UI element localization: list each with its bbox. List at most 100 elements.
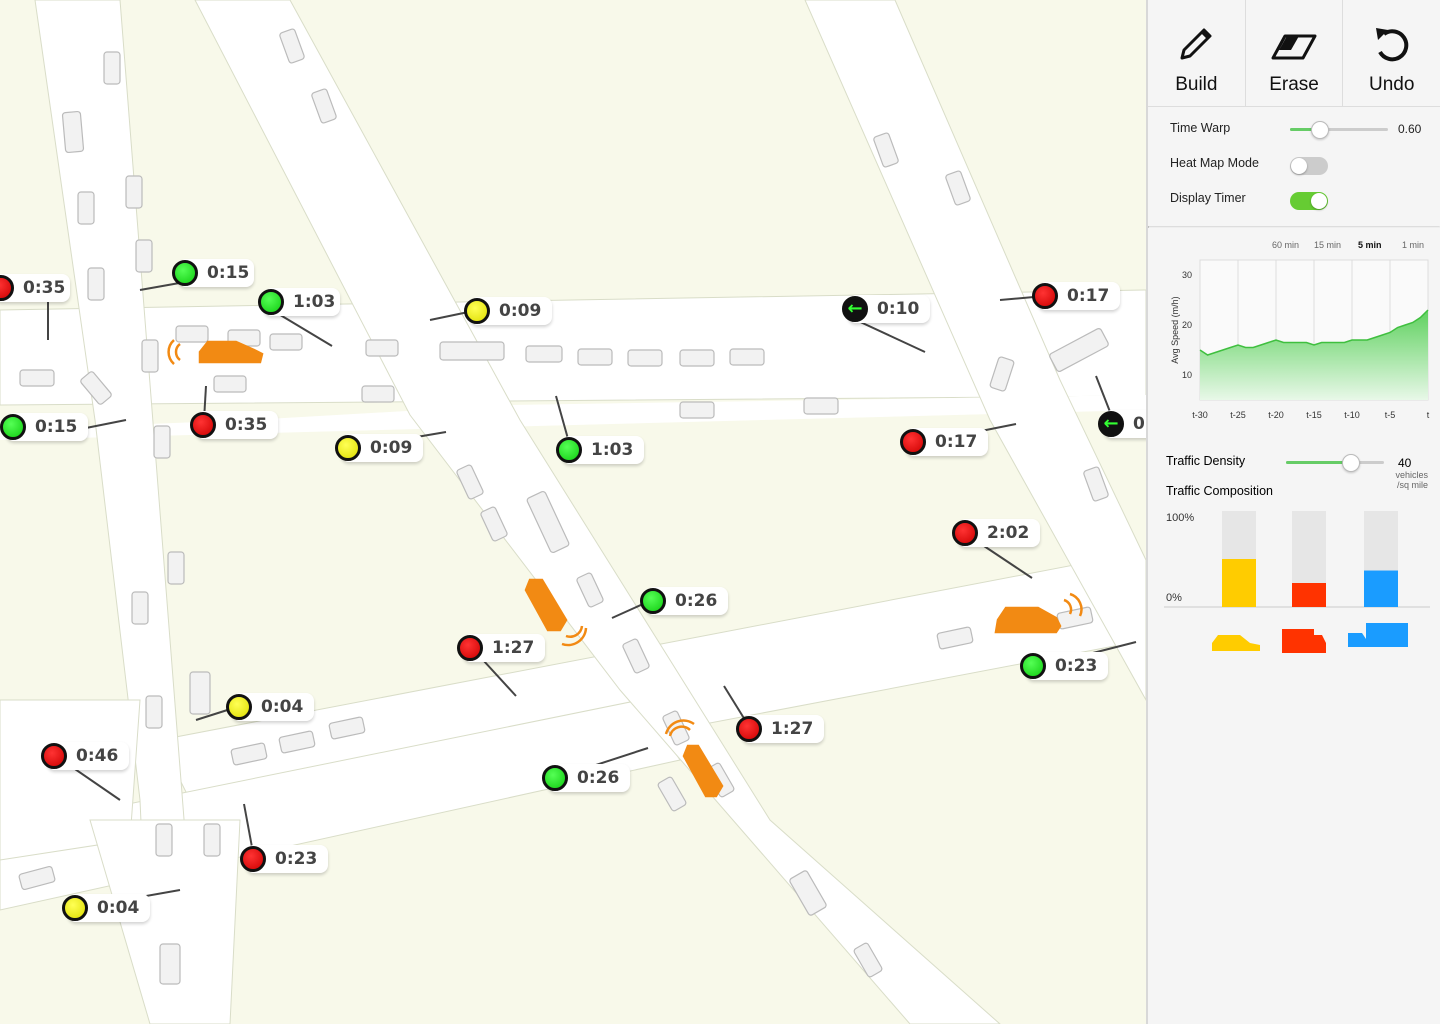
build-button[interactable]: Build — [1148, 0, 1246, 106]
traffic-signal[interactable]: ← 0 — [1098, 408, 1146, 440]
traffic-signal[interactable]: 1:03 — [258, 286, 345, 318]
traffic-signal[interactable]: 0:17 — [1032, 280, 1120, 312]
unit-line: vehicles — [1395, 470, 1428, 480]
eraser-icon — [1271, 34, 1317, 60]
build-label: Build — [1175, 74, 1218, 95]
signal-timer: 0:04 — [97, 898, 140, 918]
traffic-signal[interactable]: 0:09 — [335, 432, 423, 464]
signal-timer: 0:35 — [23, 278, 66, 298]
signal-timer: 0:26 — [675, 591, 718, 611]
traffic-signal[interactable]: 0:04 — [62, 892, 150, 924]
heat-map-control: Heat Map Mode — [1148, 146, 1440, 181]
traffic-signal[interactable]: 0:23 — [240, 843, 328, 875]
red-light-icon — [900, 429, 926, 455]
green-light-icon — [0, 414, 26, 440]
traffic-signal[interactable]: 0:46 — [41, 740, 129, 772]
traffic-signal[interactable]: 1:27 — [457, 632, 545, 664]
time-range-tab[interactable]: 1 min — [1402, 240, 1424, 250]
display-timer-label: Display Timer — [1170, 191, 1246, 205]
traffic-composition-label: Traffic Composition — [1166, 484, 1273, 498]
traffic-signal[interactable]: 0:23 — [1020, 650, 1108, 682]
time-warp-slider[interactable] — [1290, 121, 1388, 139]
yellow-light-icon — [62, 895, 88, 921]
traffic-signal[interactable]: 1:03 — [556, 434, 644, 466]
x-tick-label: t-25 — [1230, 410, 1246, 420]
green-light-icon — [542, 765, 568, 791]
toggle-knob — [1311, 193, 1327, 209]
heat-map-toggle[interactable] — [1290, 157, 1328, 175]
signal-timer: 0:17 — [935, 432, 978, 452]
time-range-tab[interactable]: 60 min — [1272, 240, 1299, 250]
x-tick-label: t-30 — [1192, 410, 1208, 420]
road-network — [0, 0, 1146, 1024]
van-bar — [1292, 583, 1326, 607]
green-light-icon — [1020, 653, 1046, 679]
pencil-icon — [1180, 28, 1212, 60]
red-light-icon — [736, 716, 762, 742]
time-warp-label: Time Warp — [1170, 121, 1231, 135]
x-tick-label: t-10 — [1344, 410, 1360, 420]
undo-button[interactable]: Undo — [1343, 0, 1440, 106]
traffic-density-slider[interactable] — [1286, 454, 1384, 472]
y-tick-label: 10 — [1182, 370, 1192, 380]
time-warp-control: Time Warp 0.60 — [1148, 111, 1440, 146]
display-timer-control: Display Timer — [1148, 181, 1440, 216]
unit-line: /sq mile — [1396, 480, 1428, 490]
signal-timer: 1:27 — [771, 719, 814, 739]
signal-timer: 0:23 — [1055, 656, 1098, 676]
truck-bar — [1364, 570, 1398, 607]
traffic-density-label: Traffic Density — [1166, 454, 1246, 468]
undo-label: Undo — [1368, 74, 1415, 95]
time-range-tab[interactable]: 5 min — [1358, 240, 1382, 250]
signal-timer: 0:04 — [261, 697, 304, 717]
toolbar: Build Erase Undo — [1148, 0, 1440, 107]
red-light-icon — [457, 635, 483, 661]
y-tick-label: 20 — [1182, 320, 1192, 330]
traffic-signal[interactable]: 0:15 — [172, 257, 259, 289]
signal-timer: 0:15 — [207, 263, 250, 283]
traffic-map[interactable]: 0:35 0:15 1:03 0:09 ← 0:10 0:17 0:15 0:35… — [0, 0, 1146, 1024]
signal-timer: 0 — [1133, 414, 1145, 434]
x-tick-label: t — [1427, 410, 1430, 420]
time-range-tab[interactable]: 15 min — [1314, 240, 1341, 250]
erase-label: Erase — [1269, 74, 1319, 95]
display-timer-toggle[interactable] — [1290, 192, 1328, 210]
signal-timer: 0:46 — [76, 746, 119, 766]
traffic-signal[interactable]: 0:35 — [0, 272, 75, 304]
van-icon — [1282, 629, 1326, 653]
left-arrow-icon: ← — [842, 296, 868, 322]
green-light-icon — [640, 588, 666, 614]
yellow-light-icon — [335, 435, 361, 461]
heat-map-label: Heat Map Mode — [1170, 156, 1259, 170]
yellow-light-icon — [226, 694, 252, 720]
traffic-signal[interactable]: 0:15 — [0, 411, 88, 443]
traffic-signal[interactable]: 2:02 — [952, 517, 1040, 549]
traffic-signal[interactable]: 0:17 — [900, 426, 988, 458]
traffic-signal[interactable]: ← 0:10 — [842, 293, 930, 325]
traffic-density-value: 40 — [1398, 456, 1412, 470]
y-tick-label: 30 — [1182, 270, 1192, 280]
signal-timer: 0:09 — [499, 301, 542, 321]
truck-icon — [1348, 623, 1408, 647]
traffic-signal[interactable]: 0:26 — [542, 762, 630, 794]
traffic-signal[interactable]: 0:09 — [464, 295, 552, 327]
traffic-signal[interactable]: 1:27 — [736, 713, 824, 745]
speed-chart: 10 20 30 t-30 t-25 t-20 t-15 t-10 t-5 t Avg Speed … — [1170, 259, 1430, 420]
red-light-icon — [1032, 283, 1058, 309]
signal-timer: 0:23 — [275, 849, 318, 869]
signal-timer: 0:09 — [370, 438, 413, 458]
signal-timer: 1:03 — [591, 440, 634, 460]
traffic-signal[interactable]: 0:35 — [190, 409, 278, 441]
erase-button[interactable]: Erase — [1246, 0, 1344, 106]
signal-timer: 0:35 — [225, 415, 268, 435]
undo-icon — [1375, 28, 1408, 62]
yellow-light-icon — [464, 298, 490, 324]
red-light-icon — [190, 412, 216, 438]
traffic-signal[interactable]: 0:04 — [226, 691, 314, 723]
traffic-signal[interactable]: 0:26 — [640, 585, 728, 617]
signal-timer: 0:26 — [577, 768, 620, 788]
signal-timer: 1:03 — [293, 292, 336, 312]
toggle-knob — [1291, 158, 1307, 174]
green-light-icon — [556, 437, 582, 463]
red-light-icon — [240, 846, 266, 872]
